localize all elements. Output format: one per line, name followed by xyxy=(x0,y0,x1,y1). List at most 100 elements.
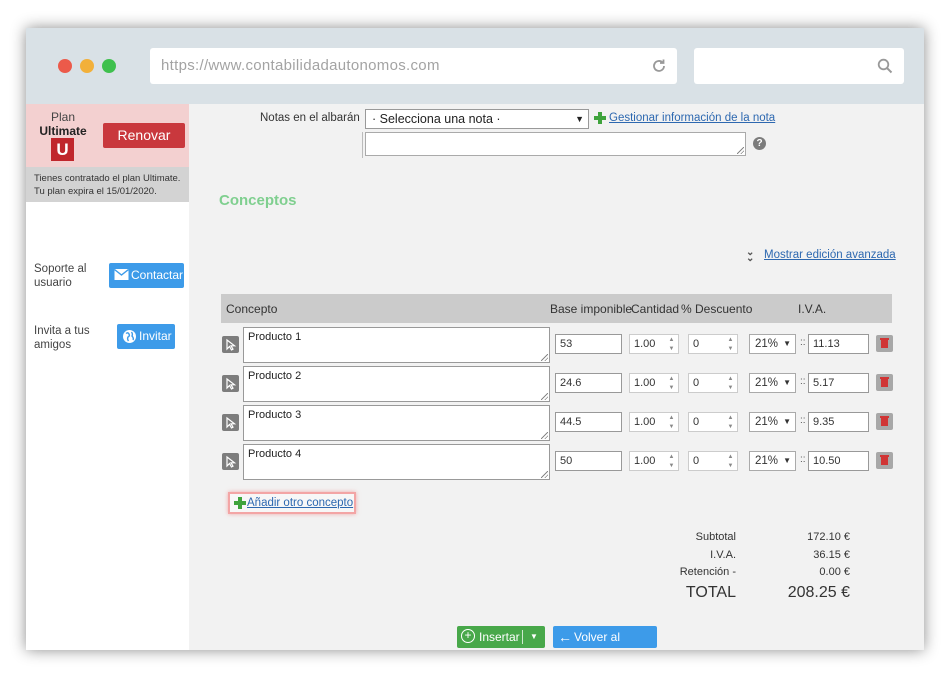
stepper-up-icon[interactable]: ▲ xyxy=(726,453,735,461)
concept-text: Producto 4 xyxy=(248,448,302,460)
quantity-stepper[interactable]: 1.00 ▲ ▼ xyxy=(629,373,679,393)
back-to-list-button[interactable]: ← Volver al listado xyxy=(553,626,657,648)
stepper-up-icon[interactable]: ▲ xyxy=(667,375,676,383)
stepper-down-icon[interactable]: ▼ xyxy=(726,345,735,353)
notes-select-value: · Selecciona una nota · xyxy=(372,112,501,126)
stepper-down-icon[interactable]: ▼ xyxy=(726,423,735,431)
stepper-down-icon[interactable]: ▼ xyxy=(726,384,735,392)
stepper-up-icon[interactable]: ▲ xyxy=(726,414,735,422)
caret-down-icon[interactable]: ▼ xyxy=(530,626,538,648)
separator-colons: :: xyxy=(800,376,806,387)
resize-handle-icon[interactable] xyxy=(541,354,548,361)
search-icon[interactable] xyxy=(877,58,893,74)
resize-handle-icon[interactable] xyxy=(541,471,548,478)
retention-value: 0.00 € xyxy=(819,566,850,578)
discount-stepper[interactable]: 0 ▲ ▼ xyxy=(688,451,738,471)
discount-stepper[interactable]: 0 ▲ ▼ xyxy=(688,373,738,393)
iva-rate-select[interactable]: 21% ▼ xyxy=(749,373,796,393)
maximize-window-dot[interactable] xyxy=(102,59,116,73)
add-concept-box[interactable]: Añadir otro concepto xyxy=(228,492,356,514)
double-chevron-down-icon[interactable]: ⌄ ⌄ xyxy=(746,248,754,264)
browser-search-bar[interactable] xyxy=(694,48,904,84)
cursor-select-icon[interactable] xyxy=(222,336,239,353)
concept-text: Producto 1 xyxy=(248,331,302,343)
separator-colons: :: xyxy=(800,337,806,348)
button-separator xyxy=(522,630,523,644)
trash-icon[interactable] xyxy=(876,452,893,469)
discount-stepper[interactable]: 0 ▲ ▼ xyxy=(688,412,738,432)
quantity-stepper[interactable]: 1.00 ▲ ▼ xyxy=(629,412,679,432)
address-bar[interactable]: https://www.contabilidadautonomos.com xyxy=(150,48,677,84)
concept-textarea[interactable]: Producto 2 xyxy=(243,366,550,402)
trash-icon[interactable] xyxy=(876,374,893,391)
iva-rate-select[interactable]: 21% ▼ xyxy=(749,451,796,471)
base-input[interactable]: 50 xyxy=(555,451,622,471)
add-concept-link[interactable]: Añadir otro concepto xyxy=(247,497,353,509)
advanced-edit-link[interactable]: Mostrar edición avanzada xyxy=(764,249,896,261)
stepper-up-icon[interactable]: ▲ xyxy=(667,336,676,344)
base-input[interactable]: 44.5 xyxy=(555,412,622,432)
trash-icon[interactable] xyxy=(876,413,893,430)
cursor-select-icon[interactable] xyxy=(222,453,239,470)
concept-textarea[interactable]: Producto 1 xyxy=(243,327,550,363)
pointer-icon xyxy=(226,455,237,468)
stepper-up-icon[interactable]: ▲ xyxy=(667,414,676,422)
notes-select[interactable]: · Selecciona una nota · ▼ xyxy=(365,109,589,129)
table-row: Producto 3 44.5 1.00 ▲ ▼ 0 ▲ ▼ 21% ▼:: 9.35 xyxy=(221,403,893,441)
plan-info-line-1: Tienes contratado el plan Ultimate. xyxy=(34,173,181,184)
close-window-dot[interactable] xyxy=(58,59,72,73)
sidebar: Plan Ultimate U Renovar Tienes contratad… xyxy=(26,104,189,650)
table-header: Concepto Base imponible Cantidad % Descu… xyxy=(221,294,892,323)
plus-circle-icon: + xyxy=(461,629,475,643)
arrow-left-icon: ← xyxy=(558,629,572,645)
notes-label: Notas en el albarán xyxy=(260,112,360,124)
concept-textarea[interactable]: Producto 4 xyxy=(243,444,550,480)
base-input[interactable]: 53 xyxy=(555,334,622,354)
iva-rate-select[interactable]: 21% ▼ xyxy=(749,412,796,432)
quantity-value: 1.00 xyxy=(634,455,656,467)
stepper-down-icon[interactable]: ▼ xyxy=(667,384,676,392)
renew-button[interactable]: Renovar xyxy=(103,123,185,148)
manage-notes-link[interactable]: Gestionar información de la nota xyxy=(609,112,775,124)
stepper-up-icon[interactable]: ▲ xyxy=(726,336,735,344)
minimize-window-dot[interactable] xyxy=(80,59,94,73)
cursor-select-icon[interactable] xyxy=(222,414,239,431)
trash-icon[interactable] xyxy=(876,335,893,352)
stepper-down-icon[interactable]: ▼ xyxy=(726,462,735,470)
stepper-up-icon[interactable]: ▲ xyxy=(667,453,676,461)
contact-button[interactable]: Contactar xyxy=(109,263,184,288)
iva-amount-input[interactable]: 11.13 xyxy=(808,334,869,354)
iva-amount-input[interactable]: 5.17 xyxy=(808,373,869,393)
resize-handle-icon[interactable] xyxy=(541,393,548,400)
help-icon[interactable]: ? xyxy=(753,137,766,150)
quantity-stepper[interactable]: 1.00 ▲ ▼ xyxy=(629,451,679,471)
plus-icon xyxy=(594,112,606,124)
plan-box: Plan Ultimate U Renovar xyxy=(26,104,189,167)
base-input[interactable]: 24.6 xyxy=(555,373,622,393)
stepper-down-icon[interactable]: ▼ xyxy=(667,345,676,353)
iva-amount-input[interactable]: 10.50 xyxy=(808,451,869,471)
insert-button[interactable]: + Insertar ▼ xyxy=(457,626,545,648)
invite-button[interactable]: Invitar xyxy=(117,324,175,349)
chevron-down-icon: ▼ xyxy=(783,339,791,348)
header-base: Base imponible xyxy=(550,302,633,316)
reload-icon[interactable] xyxy=(651,58,667,74)
stepper-up-icon[interactable]: ▲ xyxy=(726,375,735,383)
plan-info-line-2: Tu plan expira el 15/01/2020. xyxy=(34,186,157,197)
quantity-stepper[interactable]: 1.00 ▲ ▼ xyxy=(629,334,679,354)
notes-textarea[interactable] xyxy=(365,132,746,156)
resize-handle-icon[interactable] xyxy=(737,147,744,154)
discount-value: 0 xyxy=(693,416,700,428)
plan-label: Plan xyxy=(50,110,76,124)
concept-textarea[interactable]: Producto 3 xyxy=(243,405,550,441)
discount-stepper[interactable]: 0 ▲ ▼ xyxy=(688,334,738,354)
stepper-down-icon[interactable]: ▼ xyxy=(667,423,676,431)
pointer-icon xyxy=(226,416,237,429)
resize-handle-icon[interactable] xyxy=(541,432,548,439)
iva-rate-select[interactable]: 21% ▼ xyxy=(749,334,796,354)
stepper-down-icon[interactable]: ▼ xyxy=(667,462,676,470)
cursor-select-icon[interactable] xyxy=(222,375,239,392)
iva-amount-input[interactable]: 9.35 xyxy=(808,412,869,432)
subtotal-label: Subtotal xyxy=(695,531,736,543)
concept-text: Producto 3 xyxy=(248,409,302,421)
